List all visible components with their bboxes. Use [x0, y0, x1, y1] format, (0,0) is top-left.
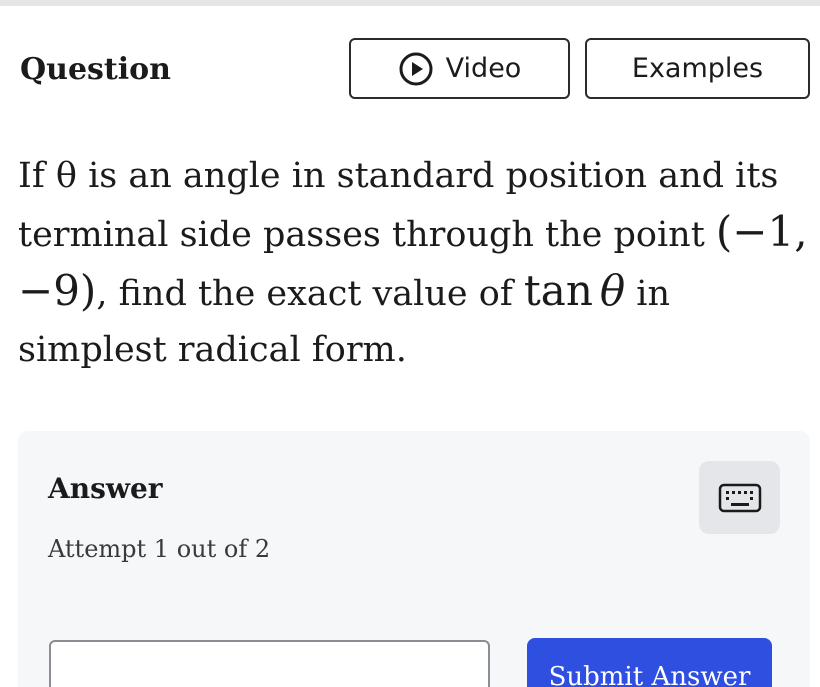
submit-answer-button[interactable]: Submit Answer	[527, 638, 772, 687]
question-text: If θ is an angle in standard position an…	[18, 148, 808, 378]
question-text-part-2: , find the exact value of	[96, 274, 524, 314]
answer-input[interactable]	[49, 640, 490, 687]
keyboard-button[interactable]	[699, 461, 780, 534]
examples-button[interactable]: Examples	[585, 38, 810, 99]
question-heading: Question	[20, 52, 171, 87]
attempt-counter: Attempt 1 out of 2	[48, 535, 271, 563]
answer-heading: Answer	[48, 472, 163, 505]
examples-button-label: Examples	[631, 53, 764, 84]
question-tan: tan	[523, 266, 593, 315]
play-circle-icon	[399, 52, 433, 85]
keyboard-icon	[718, 483, 761, 512]
question-text-part-1: If θ is an angle in standard position an…	[18, 156, 779, 255]
question-theta: θ	[599, 266, 626, 315]
question-page: Question Video Examples If θ is an angle…	[0, 0, 820, 687]
top-divider	[0, 0, 820, 6]
video-button-label: Video	[445, 53, 522, 84]
video-button[interactable]: Video	[349, 38, 570, 99]
